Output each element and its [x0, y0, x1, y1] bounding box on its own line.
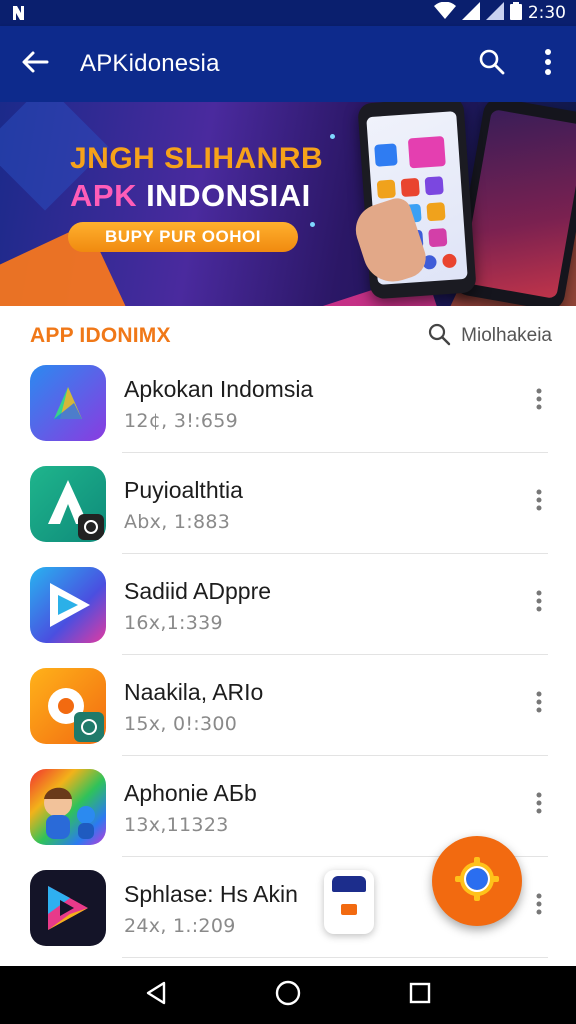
search-icon	[478, 48, 506, 81]
section-search-label: Miolhakeia	[461, 325, 552, 346]
nav-recents-button[interactable]	[390, 966, 450, 1024]
section-title: APP IDONIMX	[30, 324, 171, 347]
nav-back-button[interactable]	[126, 966, 186, 1024]
app-name: Sadiid ADppre	[124, 578, 272, 604]
app-name: Aphonie AБb	[124, 780, 257, 806]
app-name: Apkokan Indomsia	[124, 376, 314, 402]
app-name: Sphlase: Hs Akin	[124, 881, 298, 907]
floating-app-card[interactable]	[324, 870, 374, 934]
app-icon	[30, 466, 106, 542]
system-nav-bar	[0, 966, 576, 1024]
more-vert-icon	[536, 388, 542, 415]
section-search[interactable]: Miolhakeia	[427, 322, 552, 351]
divider	[122, 957, 548, 958]
app-bar: APKidonesia	[0, 26, 576, 102]
list-item[interactable]: Sadiid ADppre 16x,1:339	[0, 554, 576, 655]
banner-subheadline: APK INDONSIAI	[70, 178, 311, 214]
banner-apk-text: APK	[70, 178, 137, 213]
app-name: Naakila, ARIo	[124, 679, 264, 705]
more-vert-button[interactable]	[522, 580, 556, 626]
app-icon	[30, 769, 106, 845]
list-item[interactable]: Apkokan Indomsia 12¢, 3!:659	[0, 352, 576, 453]
search-button[interactable]	[464, 26, 520, 102]
app-name: Puyioalthtia	[124, 477, 243, 503]
back-button[interactable]	[0, 26, 70, 102]
app-icon	[30, 365, 106, 441]
more-vert-icon	[536, 893, 542, 920]
more-vert-button[interactable]	[522, 681, 556, 727]
more-vert-icon	[536, 489, 542, 516]
app-icon	[30, 668, 106, 744]
battery-icon	[509, 1, 522, 25]
home-circle-icon	[275, 980, 301, 1011]
app-screen: 2:30 APKidonesia JNGH SLIHANRB APK INDON…	[0, 0, 576, 1024]
app-icon	[30, 567, 106, 643]
banner-indonesia-text: INDONSIAI	[136, 178, 311, 213]
sparkle-dot	[330, 134, 335, 139]
more-vert-button[interactable]	[522, 782, 556, 828]
search-icon	[427, 322, 451, 351]
list-item[interactable]: Puyioalthtia Abx, 1:883	[0, 453, 576, 554]
settings-gear-icon	[454, 856, 500, 907]
more-vert-icon	[536, 792, 542, 819]
app-meta: 24x, 1.:209	[124, 915, 236, 937]
list-item[interactable]: Naakila, ARIo 15x, 0!:300	[0, 655, 576, 756]
recents-square-icon	[409, 982, 431, 1009]
app-meta: 13x,11323	[124, 814, 229, 836]
signal-icon-2	[485, 1, 504, 25]
sparkle-dot	[310, 222, 315, 227]
back-triangle-icon	[145, 981, 167, 1010]
app-meta: 15x, 0!:300	[124, 713, 238, 735]
notification-icon	[10, 3, 34, 23]
signal-icon	[461, 1, 480, 25]
more-vert-button[interactable]	[522, 479, 556, 525]
more-vert-button[interactable]	[522, 883, 556, 929]
promo-banner[interactable]: JNGH SLIHANRB APK INDONSIAI BUPY PUR OOH…	[0, 102, 576, 306]
app-title: APKidonesia	[80, 50, 220, 77]
status-time: 2:30	[527, 3, 566, 23]
more-vert-icon	[536, 590, 542, 617]
back-arrow-icon	[21, 50, 49, 79]
app-icon	[30, 870, 106, 946]
fab-button[interactable]	[432, 836, 522, 926]
more-vert-icon	[544, 48, 552, 80]
app-meta: 16x,1:339	[124, 612, 223, 634]
banner-cta-button[interactable]: BUPY PUR OOHOI	[68, 222, 298, 252]
more-vert-icon	[536, 691, 542, 718]
more-vert-button[interactable]	[522, 378, 556, 424]
wifi-icon	[433, 1, 456, 25]
status-bar: 2:30	[0, 0, 576, 26]
app-meta: 12¢, 3!:659	[124, 410, 239, 432]
nav-home-button[interactable]	[258, 966, 318, 1024]
app-meta: Abx, 1:883	[124, 511, 231, 533]
more-options-button[interactable]	[520, 26, 576, 102]
banner-headline: JNGH SLIHANRB	[70, 142, 324, 175]
